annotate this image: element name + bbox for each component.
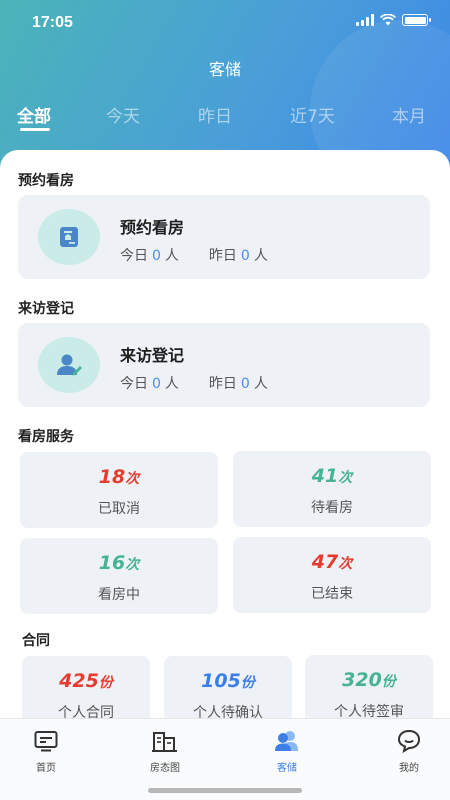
visit-today-unit: 人 [164, 376, 179, 392]
tab-last-7-days[interactable]: 近7天 [290, 102, 335, 127]
tab-today[interactable]: 今天 [106, 102, 140, 127]
section-title-appointment: 预约看房 [18, 173, 74, 189]
visit-today-value: 0 [152, 376, 161, 392]
tab-yesterday[interactable]: 昨日 [198, 102, 232, 127]
nav-profile[interactable]: 我的 [374, 729, 444, 774]
period-tabs: 全部 今天 昨日 近7天 本月 [0, 102, 450, 132]
nav-room-status-label: 房态图 [150, 763, 180, 774]
visit-yesterday-value: 0 [240, 376, 250, 392]
page-title: 客储 [208, 60, 241, 79]
section-title-visit: 来访登记 [18, 301, 74, 317]
visit-yesterday-label: 昨日 [208, 376, 237, 392]
visit-card-title: 来访登记 [120, 346, 185, 365]
viewing-stat-pending[interactable]: 41次 待看房 [233, 451, 431, 527]
status-icons [356, 14, 431, 26]
section-title-contract: 合同 [22, 633, 50, 649]
appointment-yesterday-label: 昨日 [208, 248, 237, 264]
nav-home-label: 首页 [36, 763, 56, 774]
battery-icon [402, 14, 431, 26]
tab-this-month[interactable]: 本月 [392, 102, 426, 127]
stat-value: 320份 [342, 669, 396, 691]
stat-value: 105份 [201, 670, 255, 692]
visitor-register-icon [38, 337, 100, 393]
customers-icon [274, 729, 300, 753]
appointment-yesterday-unit: 人 [253, 248, 268, 264]
wifi-icon [380, 14, 396, 26]
tab-all[interactable]: 全部 [17, 102, 51, 127]
visit-today-label: 今日 [120, 376, 148, 392]
stat-value: 47次 [311, 551, 353, 573]
house-document-icon [38, 209, 100, 265]
appointment-yesterday-value: 0 [240, 248, 250, 264]
status-bar: 17:05 [0, 0, 450, 44]
stat-value: 18次 [98, 466, 140, 488]
appointment-today-label: 今日 [120, 248, 148, 264]
stat-value: 425份 [59, 670, 113, 692]
nav-room-status[interactable]: 房态图 [130, 729, 200, 774]
stat-label: 看房中 [98, 587, 140, 603]
header: 17:05 客储 全部 今天 昨日 近7天 本月 [0, 0, 450, 175]
stat-label: 已结束 [311, 586, 353, 602]
appointment-today-unit: 人 [164, 248, 179, 264]
appointment-today-value: 0 [152, 248, 161, 264]
nav-customers-label: 客储 [277, 763, 297, 774]
visit-yesterday-unit: 人 [253, 376, 268, 392]
home-indicator [148, 788, 302, 793]
stat-label: 已取消 [98, 501, 140, 517]
visit-stats: 今日 0 人昨日 0 人 [120, 373, 268, 393]
visit-card[interactable]: 来访登记 今日 0 人昨日 0 人 [18, 323, 430, 407]
contract-stat-pending-sign[interactable]: 320份 个人待签审 [305, 655, 433, 727]
nav-customers[interactable]: 客储 [252, 729, 322, 774]
nav-home[interactable]: 首页 [11, 729, 81, 774]
section-title-viewing: 看房服务 [18, 429, 74, 445]
appointment-card[interactable]: 预约看房 今日 0 人昨日 0 人 [18, 195, 430, 279]
stat-value: 41次 [311, 465, 353, 487]
viewing-stat-finished[interactable]: 47次 已结束 [233, 537, 431, 613]
home-icon [33, 729, 59, 753]
building-icon [152, 729, 178, 753]
stat-value: 16次 [98, 552, 140, 574]
content-panel: 预约看房 预约看房 今日 0 人昨日 0 人 来访登记 来访登记 今日 0 人昨日 0 人 [0, 150, 450, 800]
tab-active-indicator [20, 128, 50, 131]
viewing-stat-in-progress[interactable]: 16次 看房中 [20, 538, 218, 614]
signal-icon [356, 14, 374, 26]
profile-chat-icon [396, 729, 422, 753]
appointment-card-title: 预约看房 [120, 218, 185, 237]
status-time: 17:05 [32, 14, 73, 31]
stat-label: 待看房 [311, 500, 353, 516]
viewing-stat-cancelled[interactable]: 18次 已取消 [20, 452, 218, 528]
appointment-stats: 今日 0 人昨日 0 人 [120, 245, 268, 265]
nav-profile-label: 我的 [399, 763, 419, 774]
